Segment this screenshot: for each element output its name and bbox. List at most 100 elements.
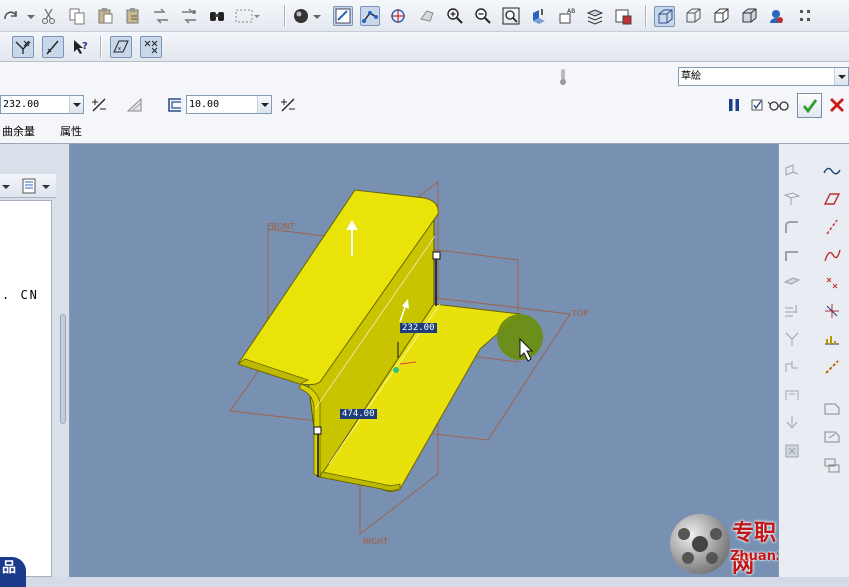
chevron-down-icon[interactable] bbox=[257, 96, 271, 113]
cancel-x-icon[interactable] bbox=[828, 96, 846, 114]
paste-icon[interactable] bbox=[96, 7, 114, 25]
dimension-label[interactable]: 232.00 bbox=[400, 323, 437, 333]
datum-point-icon[interactable] bbox=[823, 274, 841, 292]
regenerate-icon[interactable] bbox=[152, 7, 170, 25]
model-graphics bbox=[229, 180, 571, 536]
main-toolbar: AB bbox=[0, 0, 849, 32]
datum-point-toggle-icon[interactable] bbox=[42, 36, 64, 58]
shading-dropdown-icon[interactable] bbox=[312, 7, 322, 25]
select-box-icon[interactable] bbox=[234, 7, 260, 25]
orient-icon[interactable] bbox=[389, 7, 407, 25]
zoom-out-icon[interactable] bbox=[474, 7, 492, 25]
datum-axis-icon[interactable] bbox=[823, 218, 841, 236]
tree-fragment-text: . CN bbox=[2, 288, 39, 302]
chevron-down-icon[interactable] bbox=[834, 68, 848, 85]
wireframe-icon[interactable] bbox=[654, 6, 675, 27]
refit-icon[interactable] bbox=[502, 7, 520, 25]
hidden-line-icon[interactable] bbox=[684, 7, 702, 25]
csys-toggle-icon[interactable] bbox=[140, 36, 162, 58]
sketch-dropdown[interactable]: 草絵 bbox=[678, 67, 849, 86]
wall-icon[interactable] bbox=[783, 162, 801, 180]
datum-label-right: RIGHT bbox=[363, 537, 389, 546]
annotation-icon[interactable] bbox=[823, 400, 841, 418]
navigator-header bbox=[0, 174, 56, 198]
datum-plane-toggle-icon[interactable]: x bbox=[110, 36, 132, 58]
shaded-icon[interactable] bbox=[740, 7, 758, 25]
watermark-brand-cn: 专职网 bbox=[732, 521, 777, 577]
svg-text:AB: AB bbox=[567, 8, 575, 15]
thermometer-icon bbox=[554, 68, 572, 86]
bend-radius-value: 232.00 bbox=[3, 99, 40, 110]
corner-relief-icon[interactable] bbox=[783, 330, 801, 348]
model-tree-icon[interactable] bbox=[767, 7, 785, 25]
datum-label-top: TOP bbox=[572, 309, 589, 318]
annotation-edit-icon[interactable] bbox=[823, 428, 841, 446]
thickness-flip-icon[interactable] bbox=[279, 96, 297, 114]
layer-tree-icon[interactable] bbox=[586, 7, 604, 25]
navigator-tree[interactable]: . CN 品 bbox=[0, 200, 52, 587]
drag-handle[interactable] bbox=[313, 426, 322, 435]
panel-splitter[interactable] bbox=[60, 314, 66, 424]
dimension-label[interactable]: 474.00 bbox=[340, 409, 377, 419]
thickness-field[interactable]: 10.00 bbox=[186, 95, 272, 114]
analysis-icon[interactable] bbox=[823, 330, 841, 348]
saved-views-icon[interactable] bbox=[418, 7, 436, 25]
toolbar-separator bbox=[100, 36, 101, 58]
unbend-icon[interactable] bbox=[783, 246, 801, 264]
find-icon[interactable] bbox=[208, 7, 226, 25]
regen-manager-icon[interactable] bbox=[180, 7, 198, 25]
watermark-logo bbox=[670, 514, 730, 574]
pause-icon[interactable] bbox=[725, 96, 743, 114]
appearance-icon[interactable] bbox=[614, 7, 632, 25]
redo-icon[interactable] bbox=[2, 7, 20, 25]
tab-bend-allowance[interactable]: 曲余量 bbox=[2, 123, 35, 139]
display-style-icon[interactable]: AB bbox=[558, 7, 576, 25]
cut-icon[interactable] bbox=[40, 7, 58, 25]
datum-curve-icon[interactable] bbox=[823, 246, 841, 264]
watermark-brand-url: Zhuanzhi.Net bbox=[730, 549, 778, 564]
rip-icon[interactable] bbox=[783, 302, 801, 320]
thickness-icon bbox=[165, 96, 183, 114]
flip-direction-icon[interactable] bbox=[90, 96, 108, 114]
form-icon[interactable] bbox=[783, 442, 801, 460]
thickness-value: 10.00 bbox=[189, 99, 220, 110]
chevron-down-icon[interactable] bbox=[69, 96, 83, 113]
datum-axis-toggle-icon[interactable] bbox=[12, 36, 34, 58]
chain-icon[interactable] bbox=[823, 358, 841, 376]
merge-icon[interactable] bbox=[783, 358, 801, 376]
shading-icon[interactable] bbox=[292, 7, 310, 25]
bend-back-icon[interactable] bbox=[783, 274, 801, 292]
zoom-in-icon[interactable] bbox=[446, 7, 464, 25]
chevron-down-icon[interactable] bbox=[40, 177, 52, 195]
spin-center-icon[interactable] bbox=[360, 6, 380, 26]
redo-dropdown-icon[interactable] bbox=[22, 7, 40, 25]
bend-radius-field[interactable]: 232.00 bbox=[0, 95, 84, 114]
bend-side-icon[interactable] bbox=[126, 96, 144, 114]
flange-icon[interactable] bbox=[783, 190, 801, 208]
show-list-icon[interactable] bbox=[20, 177, 38, 195]
sheetmetal-part[interactable] bbox=[237, 189, 522, 492]
annotation-group-icon[interactable] bbox=[823, 456, 841, 474]
settings-icon[interactable] bbox=[796, 7, 814, 25]
datum-plane-icon[interactable] bbox=[823, 190, 841, 208]
copy-icon[interactable] bbox=[68, 7, 86, 25]
toolbar-separator bbox=[284, 5, 285, 27]
preview-glasses-icon[interactable] bbox=[767, 96, 791, 114]
chevron-down-icon[interactable] bbox=[0, 177, 12, 195]
datum-csys-icon[interactable] bbox=[823, 302, 841, 320]
punch-icon[interactable] bbox=[783, 414, 801, 432]
whats-this-icon[interactable]: ? bbox=[72, 38, 90, 56]
deform-icon[interactable] bbox=[783, 386, 801, 404]
graphics-viewport[interactable]: FRONT TOP RIGHT 232.00 474.00 专职网 Zhuanz… bbox=[70, 144, 778, 577]
watermark-partial: 品 bbox=[0, 557, 26, 587]
verify-checkbox-icon[interactable] bbox=[749, 96, 767, 114]
drag-handle[interactable] bbox=[432, 251, 441, 260]
tab-properties[interactable]: 属性 bbox=[60, 123, 82, 139]
bend-icon[interactable] bbox=[783, 218, 801, 236]
no-hidden-icon[interactable] bbox=[712, 7, 730, 25]
layers-icon[interactable] bbox=[530, 7, 548, 25]
accept-check-icon[interactable] bbox=[797, 93, 822, 118]
paste-special-icon[interactable] bbox=[124, 7, 142, 25]
repaint-icon[interactable] bbox=[333, 6, 353, 26]
spline-icon[interactable] bbox=[823, 162, 841, 180]
